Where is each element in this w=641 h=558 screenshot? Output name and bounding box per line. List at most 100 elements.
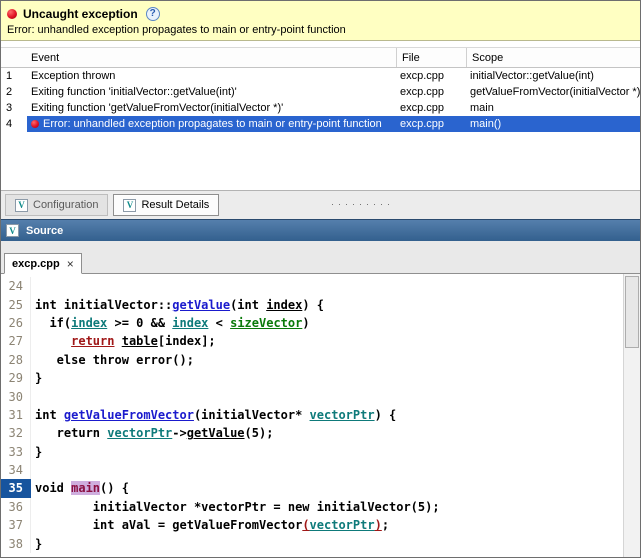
line-number: 34 <box>1 461 31 479</box>
code-line: 30 <box>1 387 623 405</box>
code-line: 26 if(index >= 0 && index < sizeVector) <box>1 314 623 332</box>
code-line: 37 int aVal = getValueFromVector(vectorP… <box>1 516 623 534</box>
scrollbar-thumb[interactable] <box>625 276 639 348</box>
line-number: 28 <box>1 351 31 369</box>
line-number: 30 <box>1 387 31 405</box>
close-tab-icon[interactable]: × <box>67 257 74 271</box>
code-link[interactable]: vectorPtr <box>310 408 375 422</box>
bottom-tab-bar: V Configuration V Result Details ·······… <box>1 190 640 219</box>
line-number: 27 <box>1 332 31 350</box>
vertical-scrollbar[interactable] <box>623 274 640 558</box>
event-row[interactable]: 4Error: unhandled exception propagates t… <box>1 116 640 132</box>
code-link[interactable]: vectorPtr <box>107 426 172 440</box>
file-tab-excp-cpp[interactable]: excp.cpp × <box>4 253 82 274</box>
source-panel-header: V Source <box>1 219 640 241</box>
row-number: 2 <box>1 86 27 98</box>
events-table-body: 1Exception thrownexcp.cppinitialVector::… <box>1 68 640 132</box>
help-icon[interactable]: ? <box>146 7 160 21</box>
code-token: -> <box>172 426 186 440</box>
code-lines: 2425int initialVector::getValue(int inde… <box>1 277 623 553</box>
result-title: Uncaught exception <box>23 7 138 21</box>
code-text: int initialVector::getValue(int index) { <box>31 298 324 312</box>
line-number-active: 35 <box>1 479 31 497</box>
row-number: 1 <box>1 70 27 82</box>
result-banner: Uncaught exception ? Error: unhandled ex… <box>1 1 640 41</box>
code-link[interactable]: getValue <box>187 426 245 440</box>
code-token <box>35 334 71 348</box>
code-link[interactable]: table <box>122 334 158 348</box>
code-link[interactable]: index <box>266 298 302 312</box>
event-text: Exiting function 'getValueFromVector(ini… <box>31 102 283 114</box>
error-severity-icon <box>7 9 17 19</box>
code-text: } <box>31 445 42 459</box>
code-token: (int <box>230 298 266 312</box>
code-token: void <box>35 481 71 495</box>
code-link[interactable]: ( <box>302 518 309 532</box>
scope-cell: main() <box>466 118 640 130</box>
file-tab-label: excp.cpp <box>12 258 60 270</box>
code-token: int <box>35 408 64 422</box>
code-token: [index]; <box>158 334 216 348</box>
column-header-scope[interactable]: Scope <box>466 48 640 67</box>
code-token: < <box>208 316 230 330</box>
code-link[interactable]: index <box>71 316 107 330</box>
scope-cell: main <box>466 102 640 114</box>
code-editor[interactable]: 2425int initialVector::getValue(int inde… <box>1 274 640 558</box>
polyspace-result-window: Uncaught exception ? Error: unhandled ex… <box>0 0 641 558</box>
column-header-file[interactable]: File <box>396 48 466 67</box>
code-link[interactable]: index <box>172 316 208 330</box>
code-line: 35void main() { <box>1 479 623 497</box>
code-text: if(index >= 0 && index < sizeVector) <box>31 316 310 330</box>
code-text: } <box>31 537 42 551</box>
code-text: int getValueFromVector(initialVector* ve… <box>31 408 396 422</box>
line-number: 33 <box>1 443 31 461</box>
code-line: 34 <box>1 461 623 479</box>
line-number: 29 <box>1 369 31 387</box>
code-token: initialVector *vectorPtr = new initialVe… <box>35 500 440 514</box>
code-link[interactable]: getValueFromVector <box>64 408 194 422</box>
event-cell: Error: unhandled exception propagates to… <box>27 118 396 130</box>
event-cell: Exiting function 'getValueFromVector(ini… <box>27 102 396 114</box>
line-number: 32 <box>1 424 31 442</box>
code-line: 33} <box>1 443 623 461</box>
code-token: } <box>35 537 42 551</box>
row-number: 3 <box>1 102 27 114</box>
code-line: 29} <box>1 369 623 387</box>
code-token: (5); <box>245 426 274 440</box>
code-token: ) { <box>375 408 397 422</box>
event-row[interactable]: 1Exception thrownexcp.cppinitialVector::… <box>1 68 640 84</box>
code-line: 25int initialVector::getValue(int index)… <box>1 295 623 313</box>
code-token: return <box>35 426 107 440</box>
code-link[interactable]: vectorPtr <box>310 518 375 532</box>
code-text: return table[index]; <box>31 334 216 348</box>
code-line: 27 return table[index]; <box>1 332 623 350</box>
code-line: 31int getValueFromVector(initialVector* … <box>1 406 623 424</box>
line-number: 37 <box>1 516 31 534</box>
source-panel-title: Source <box>26 225 63 237</box>
row-number: 4 <box>1 118 27 130</box>
line-number: 31 <box>1 406 31 424</box>
column-header-event[interactable]: Event <box>1 48 396 67</box>
code-line: 36 initialVector *vectorPtr = new initia… <box>1 498 623 516</box>
code-text: initialVector *vectorPtr = new initialVe… <box>31 500 440 514</box>
tab-result-details[interactable]: V Result Details <box>113 194 219 216</box>
code-line: 28 else throw error(); <box>1 351 623 369</box>
splitter-handle[interactable]: ········· <box>331 199 394 209</box>
configuration-label: Configuration <box>33 199 98 211</box>
file-cell: excp.cpp <box>396 118 466 130</box>
code-token: () { <box>100 481 129 495</box>
event-text: Exiting function 'initialVector::getValu… <box>31 86 237 98</box>
highlighted-result-token[interactable]: main <box>71 481 100 495</box>
code-line: 38} <box>1 534 623 552</box>
code-link[interactable]: sizeVector <box>230 316 302 330</box>
code-link[interactable]: return <box>71 334 114 348</box>
code-link[interactable]: getValue <box>172 298 230 312</box>
tab-configuration[interactable]: V Configuration <box>5 194 108 216</box>
event-row[interactable]: 3 Exiting function 'getValueFromVector(in… <box>1 100 640 116</box>
event-row[interactable]: 2 Exiting function 'initialVector::getVal… <box>1 84 640 100</box>
code-link[interactable]: ) <box>375 518 382 532</box>
code-token <box>114 334 121 348</box>
code-text: void main() { <box>31 481 129 495</box>
line-number: 24 <box>1 277 31 295</box>
result-description: Error: unhandled exception propagates to… <box>7 24 634 36</box>
